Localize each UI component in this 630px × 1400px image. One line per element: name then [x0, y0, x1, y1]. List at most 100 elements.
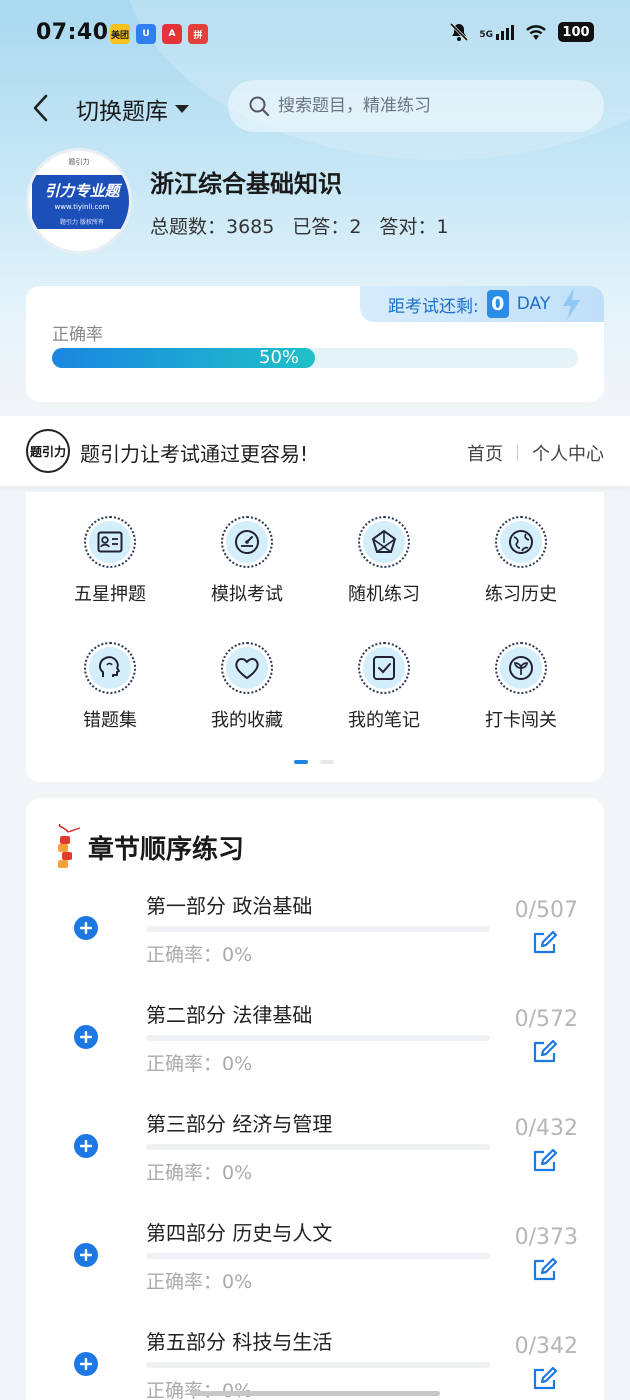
plus-icon — [80, 1140, 92, 1152]
total-count: 总题数：3685 — [150, 216, 275, 238]
chapter-progress — [146, 926, 490, 932]
chapter-row[interactable]: 第四部分 历史与人文 正确率：0% 0/373 — [26, 1209, 604, 1309]
page-dot — [320, 760, 334, 764]
feature-notes[interactable]: 我的笔记 — [324, 642, 444, 732]
search-bar[interactable] — [228, 80, 604, 132]
chapter-progress — [146, 1362, 490, 1368]
chapter-count: 0/373 — [514, 1225, 578, 1250]
u-app-icon: U — [136, 24, 156, 44]
feature-label: 五星押题 — [74, 584, 146, 605]
feature-random-practice[interactable]: 随机练习 — [324, 516, 444, 606]
answered-count: 已答：2 — [292, 216, 362, 238]
edit-icon — [533, 1257, 558, 1281]
feature-mock-exam[interactable]: 模拟考试 — [187, 516, 307, 606]
feature-favorites[interactable]: 我的收藏 — [187, 642, 307, 732]
feature-label: 模拟考试 — [211, 584, 283, 605]
expand-button[interactable] — [74, 1352, 98, 1376]
feature-label: 打卡闯关 — [485, 710, 557, 731]
feature-label: 我的笔记 — [348, 710, 420, 731]
practice-button[interactable] — [532, 930, 558, 956]
nav-home-link[interactable]: 首页 — [467, 440, 503, 466]
chapter-progress — [146, 1253, 490, 1259]
lightning-icon — [563, 288, 581, 320]
speedometer-icon — [235, 530, 259, 554]
practice-button[interactable] — [532, 1257, 558, 1283]
note-check-icon — [373, 656, 395, 680]
chapter-name: 第五部分 科技与生活 — [146, 1330, 333, 1354]
logo-url: www.tiyinli.com — [54, 203, 110, 211]
network-type: 5G — [479, 29, 493, 40]
chapter-name: 第二部分 法律基础 — [146, 1003, 313, 1027]
chapter-name: 第四部分 历史与人文 — [146, 1221, 333, 1245]
chapter-row[interactable]: 第三部分 经济与管理 正确率：0% 0/432 — [26, 1100, 604, 1200]
switch-bank-dropdown[interactable]: 切换题库 — [76, 92, 190, 126]
slogan-text: 题引力让考试通过更容易! — [80, 442, 309, 466]
nav-profile-link[interactable]: 个人中心 — [532, 440, 604, 466]
firecracker-icon — [58, 824, 81, 868]
chapter-row[interactable]: 第一部分 政治基础 正确率：0% 0/507 — [26, 882, 604, 982]
accuracy-card: 距考试还剩: 0 DAY 正确率 50% — [26, 286, 604, 402]
wifi-icon — [526, 25, 546, 40]
practice-button[interactable] — [532, 1366, 558, 1392]
chapter-accuracy: 正确率：0% — [146, 1271, 253, 1293]
accuracy-percent: 50% — [259, 347, 300, 368]
system-icons: 5G 100 — [449, 22, 594, 42]
feature-label: 错题集 — [83, 710, 137, 731]
chapter-accuracy: 正确率：0% — [146, 944, 253, 966]
edit-icon — [533, 1366, 558, 1390]
accuracy-label: 正确率 — [52, 325, 103, 345]
countdown-days: 0 — [486, 290, 509, 318]
feature-label: 我的收藏 — [211, 710, 283, 731]
plus-icon — [80, 1358, 92, 1370]
globe-icon — [509, 530, 533, 554]
feature-checkin[interactable]: 打卡闯关 — [461, 642, 581, 732]
caret-down-icon — [175, 105, 189, 113]
back-button[interactable] — [26, 90, 58, 126]
home-indicator[interactable] — [190, 1391, 440, 1396]
chapter-accuracy: 正确率：0% — [146, 1053, 253, 1075]
feature-history[interactable]: 练习历史 — [461, 516, 581, 606]
edit-icon — [533, 930, 558, 954]
signal-icon: 5G — [479, 24, 514, 40]
chapter-practice-card: 章节顺序练习 第一部分 政治基础 正确率：0% 0/507 第二部分 法律基础 … — [26, 798, 604, 1400]
chapter-count: 0/572 — [514, 1007, 578, 1032]
practice-button[interactable] — [532, 1148, 558, 1174]
chapter-progress — [146, 1035, 490, 1041]
expand-button[interactable] — [74, 1134, 98, 1158]
chapter-row[interactable]: 第二部分 法律基础 正确率：0% 0/572 — [26, 991, 604, 1091]
chapter-row[interactable]: 第五部分 科技与生活 正确率：0% 0/342 — [26, 1318, 604, 1400]
slogan-bar: 题引力 题引力让考试通过更容易! 首页 个人中心 — [0, 416, 630, 486]
logo-copyright: 题引力 版权所有 — [60, 219, 104, 226]
bank-title: 浙江综合基础知识 — [150, 170, 342, 198]
switch-bank-label: 切换题库 — [76, 99, 168, 125]
logo-top-text: 题引力 — [68, 158, 90, 166]
sprout-icon — [509, 656, 533, 680]
chevron-left-icon — [33, 94, 48, 122]
search-icon — [249, 96, 270, 117]
logo-title: 引力专业题 — [44, 182, 120, 200]
chapter-name: 第一部分 政治基础 — [146, 894, 313, 918]
a-app-icon: A — [162, 24, 182, 44]
chapter-header: 章节顺序练习 — [54, 824, 244, 870]
brand-logo: 题引力 — [26, 429, 70, 473]
practice-button[interactable] — [532, 1039, 558, 1065]
meituan-app-icon: 美团 — [110, 24, 130, 44]
search-input[interactable] — [278, 96, 578, 116]
bank-stats: 总题数：3685 已答：2 答对：1 — [150, 212, 449, 239]
feature-wrong-set[interactable]: 错题集 — [50, 642, 170, 732]
heart-icon — [235, 658, 259, 679]
edit-icon — [533, 1039, 558, 1063]
chapter-count: 0/342 — [514, 1334, 578, 1359]
countdown-unit: DAY — [516, 294, 551, 314]
feature-five-star[interactable]: 五星押题 — [50, 516, 170, 606]
expand-button[interactable] — [74, 916, 98, 940]
expand-button[interactable] — [74, 1243, 98, 1267]
battery-icon: 100 — [558, 22, 594, 42]
countdown-label: 距考试还剩: — [388, 296, 479, 317]
chapter-accuracy: 正确率：0% — [146, 1380, 253, 1400]
top-nav: 首页 个人中心 — [467, 440, 604, 466]
edit-icon — [533, 1148, 558, 1172]
plus-icon — [80, 1031, 92, 1043]
feature-label: 随机练习 — [348, 584, 420, 605]
expand-button[interactable] — [74, 1025, 98, 1049]
